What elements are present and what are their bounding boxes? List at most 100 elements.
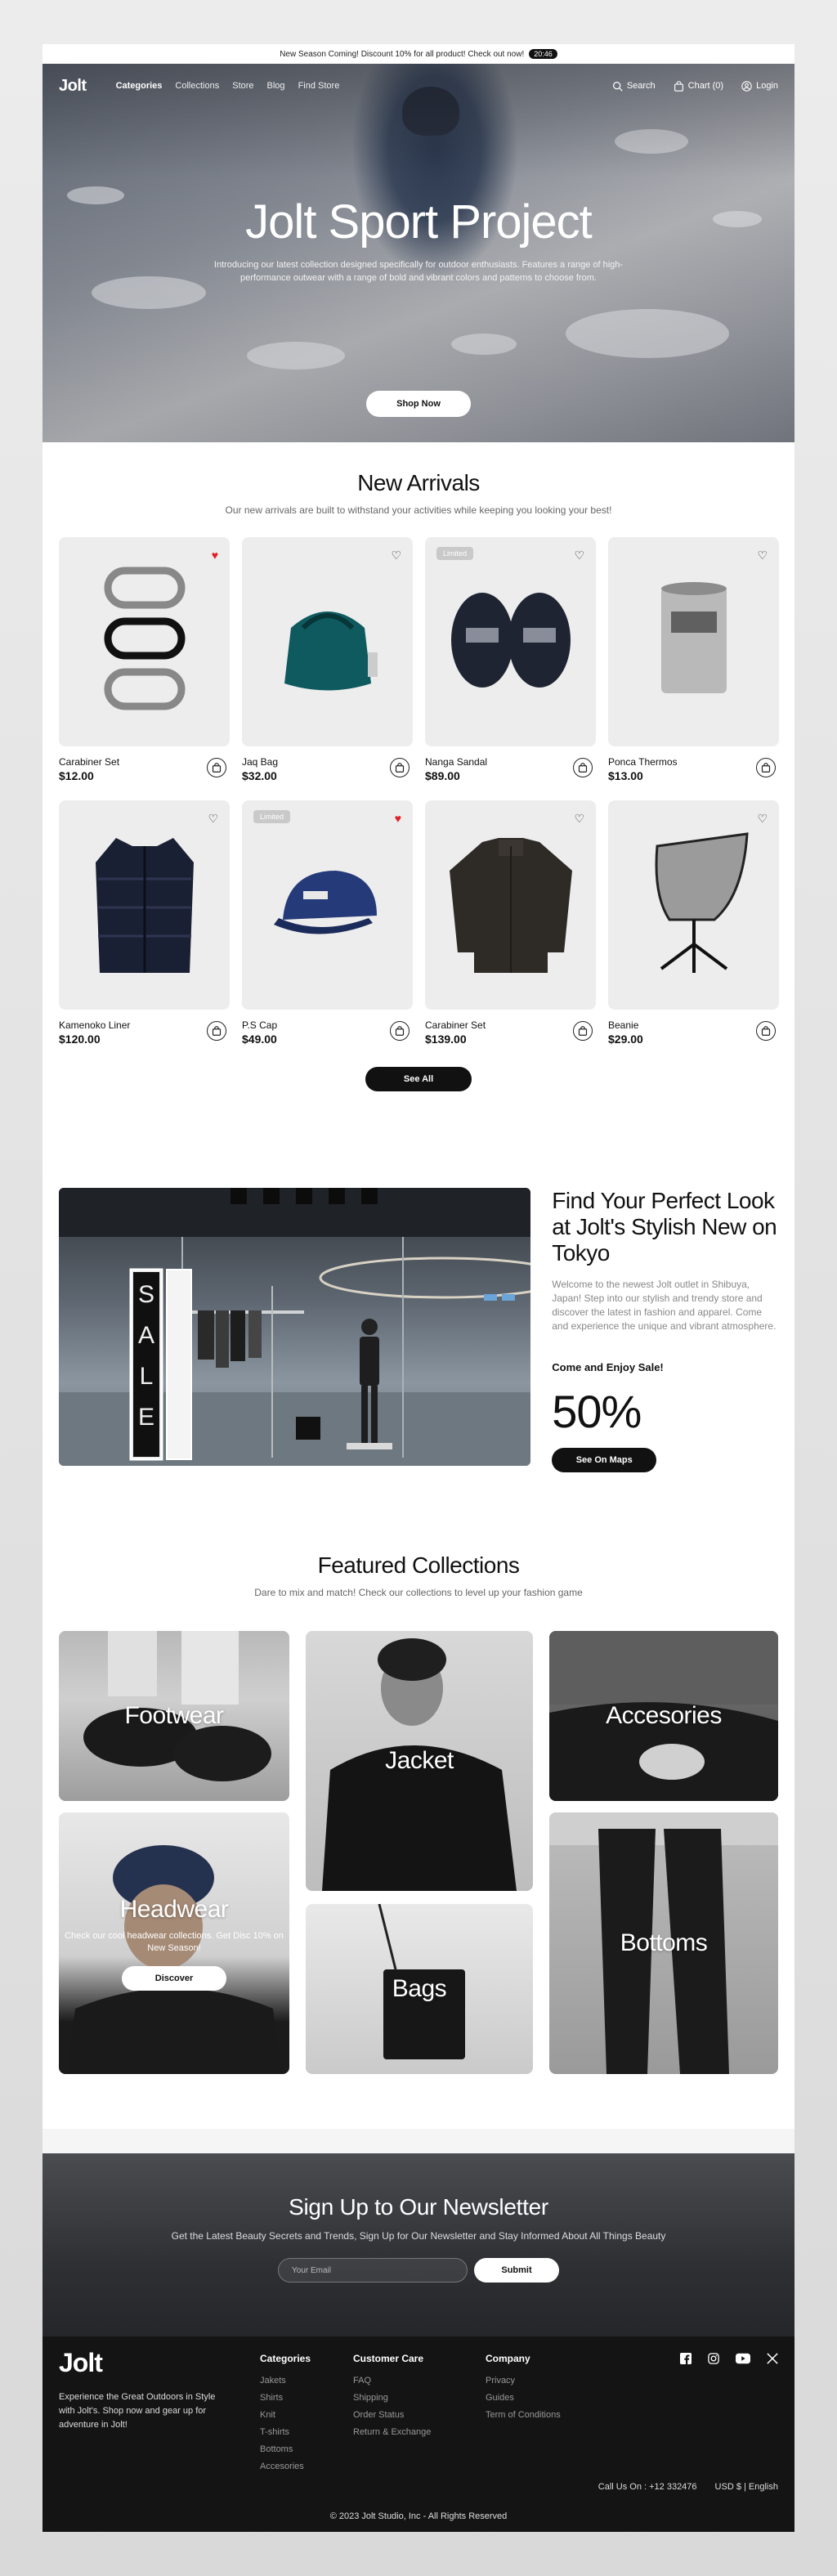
shop-now-button[interactable]: Shop Now bbox=[366, 391, 471, 417]
product-image[interactable]: ♡ bbox=[425, 800, 596, 1010]
submit-button[interactable]: Submit bbox=[474, 2258, 559, 2283]
footer-link[interactable]: Shirts bbox=[260, 2390, 311, 2407]
footer-link[interactable]: Accesories bbox=[260, 2458, 311, 2475]
footer-link[interactable]: T-shirts bbox=[260, 2424, 311, 2441]
sale-sign-letter-a: A bbox=[138, 1322, 154, 1349]
nav-link-collections[interactable]: Collections bbox=[175, 81, 219, 91]
store-title: Find Your Perfect Look at Jolt's Stylish… bbox=[552, 1188, 777, 1266]
footer-link[interactable]: FAQ bbox=[353, 2372, 431, 2390]
product-image[interactable]: ♡ bbox=[608, 800, 779, 1010]
product-name[interactable]: Nanga Sandal bbox=[425, 756, 596, 768]
product-card[interactable]: ♡ Beanie $29.00 bbox=[608, 800, 779, 1064]
footer-link[interactable]: Knit bbox=[260, 2407, 311, 2424]
footer-link[interactable]: Guides bbox=[486, 2390, 561, 2407]
nav-link-find-store[interactable]: Find Store bbox=[298, 81, 340, 91]
add-to-cart-button[interactable] bbox=[756, 1021, 776, 1041]
heart-icon[interactable]: ♡ bbox=[757, 812, 768, 826]
see-on-maps-button[interactable]: See On Maps bbox=[552, 1448, 657, 1472]
tile-jacket[interactable]: Jacket bbox=[306, 1631, 533, 1891]
product-name[interactable]: Beanie bbox=[608, 1019, 779, 1031]
product-card[interactable]: ♥ Carabiner Set $12.00 bbox=[59, 537, 230, 800]
login-button[interactable]: Login bbox=[741, 80, 778, 92]
product-name[interactable]: Ponca Thermos bbox=[608, 756, 779, 768]
discover-button[interactable]: Discover bbox=[122, 1966, 226, 1991]
heart-filled-icon[interactable]: ♥ bbox=[212, 549, 218, 562]
product-card[interactable]: ♡ Ponca Thermos $13.00 bbox=[608, 537, 779, 800]
limited-badge: Limited bbox=[253, 810, 291, 823]
footer-link[interactable]: Privacy bbox=[486, 2372, 561, 2390]
heart-icon[interactable]: ♡ bbox=[208, 812, 218, 826]
product-price: $12.00 bbox=[59, 769, 94, 782]
main-nav: Jolt Categories Collections Store Blog F… bbox=[43, 64, 794, 108]
add-to-cart-button[interactable] bbox=[207, 1021, 226, 1041]
footer-link[interactable]: Return & Exchange bbox=[353, 2424, 431, 2441]
product-image[interactable]: ♡ bbox=[59, 800, 230, 1010]
footer-link[interactable]: Order Status bbox=[353, 2407, 431, 2424]
tile-accesories[interactable]: Accesories bbox=[549, 1631, 778, 1801]
newsletter-subtitle: Get the Latest Beauty Secrets and Trends… bbox=[171, 2230, 666, 2242]
tile-bags[interactable]: Bags bbox=[306, 1904, 533, 2074]
limited-badge: Limited bbox=[436, 547, 474, 560]
locale-selector[interactable]: USD $ | English bbox=[715, 2482, 778, 2492]
facebook-icon[interactable] bbox=[680, 2353, 692, 2364]
instagram-icon[interactable] bbox=[708, 2353, 719, 2364]
see-all-button[interactable]: See All bbox=[365, 1067, 472, 1091]
tile-headwear[interactable]: Headwear Check our cool headwear collect… bbox=[59, 1812, 289, 2074]
product-name[interactable]: Kamenoko Liner bbox=[59, 1019, 230, 1031]
site-logo[interactable]: Jolt bbox=[59, 77, 87, 96]
cap-icon bbox=[262, 854, 393, 956]
product-card[interactable]: Limited ♥ P.S Cap $49.00 bbox=[242, 800, 413, 1064]
product-name[interactable]: Carabiner Set bbox=[425, 1019, 596, 1031]
tile-bottoms[interactable]: Bottoms bbox=[549, 1812, 778, 2074]
product-card[interactable]: ♡ Carabiner Set $139.00 bbox=[425, 800, 596, 1064]
chart-button[interactable]: Chart (0) bbox=[674, 80, 724, 92]
heart-icon[interactable]: ♡ bbox=[757, 549, 768, 562]
x-icon[interactable] bbox=[767, 2353, 778, 2364]
product-card[interactable]: Limited ♡ Nanga Sandal $89.00 bbox=[425, 537, 596, 800]
footer-company-title: Company bbox=[486, 2353, 530, 2364]
product-image[interactable]: ♥ bbox=[59, 537, 230, 746]
add-to-cart-button[interactable] bbox=[573, 758, 593, 777]
product-name[interactable]: Carabiner Set bbox=[59, 756, 230, 768]
tile-footwear-label: Footwear bbox=[124, 1702, 224, 1729]
add-to-cart-button[interactable] bbox=[573, 1021, 593, 1041]
heart-icon[interactable]: ♡ bbox=[391, 549, 401, 562]
email-input[interactable] bbox=[278, 2258, 468, 2283]
nav-link-store[interactable]: Store bbox=[232, 81, 253, 91]
sale-sign-letter-l: L bbox=[140, 1363, 154, 1390]
add-to-cart-button[interactable] bbox=[390, 1021, 410, 1041]
collections-grid: Footwear Jacket Accesories Headwear Chec… bbox=[59, 1631, 778, 2074]
search-button[interactable]: Search bbox=[612, 81, 656, 92]
youtube-icon[interactable] bbox=[736, 2353, 750, 2364]
featured-title: Featured Collections bbox=[317, 1552, 520, 1578]
product-image[interactable]: ♡ bbox=[242, 537, 413, 746]
chart-label: Chart (0) bbox=[687, 81, 724, 91]
product-card[interactable]: ♡ Kamenoko Liner $120.00 bbox=[59, 800, 230, 1064]
footer-logo[interactable]: Jolt bbox=[59, 2348, 103, 2378]
add-to-cart-button[interactable] bbox=[207, 758, 226, 777]
nav-link-blog[interactable]: Blog bbox=[267, 81, 285, 91]
product-image[interactable]: Limited ♥ bbox=[242, 800, 413, 1010]
footer-link[interactable]: Shipping bbox=[353, 2390, 431, 2407]
heart-icon[interactable]: ♡ bbox=[574, 549, 584, 562]
footer: Jolt Experience the Great Outdoors in St… bbox=[43, 2336, 794, 2532]
product-image[interactable]: Limited ♡ bbox=[425, 537, 596, 746]
product-image[interactable]: ♡ bbox=[608, 537, 779, 746]
product-name[interactable]: Jaq Bag bbox=[242, 756, 413, 768]
add-to-cart-button[interactable] bbox=[756, 758, 776, 777]
tile-footwear[interactable]: Footwear bbox=[59, 1631, 289, 1801]
page-frame: New Season Coming! Discount 10% for all … bbox=[43, 44, 794, 2532]
add-to-cart-button[interactable] bbox=[390, 758, 410, 777]
nav-link-categories[interactable]: Categories bbox=[116, 81, 163, 91]
featured-subtitle: Dare to mix and match! Check our collect… bbox=[254, 1587, 583, 1598]
product-card[interactable]: ♡ Jaq Bag $32.00 bbox=[242, 537, 413, 800]
heart-filled-icon[interactable]: ♥ bbox=[395, 812, 401, 825]
thermos-icon bbox=[645, 579, 743, 706]
store-illustration: S A L E bbox=[59, 1188, 531, 1466]
footer-link[interactable]: Bottoms bbox=[260, 2441, 311, 2458]
product-name[interactable]: P.S Cap bbox=[242, 1019, 413, 1031]
phone-number[interactable]: Call Us On : +12 332476 bbox=[598, 2482, 697, 2492]
footer-link[interactable]: Jakets bbox=[260, 2372, 311, 2390]
heart-icon[interactable]: ♡ bbox=[574, 812, 584, 826]
footer-link[interactable]: Term of Conditions bbox=[486, 2407, 561, 2424]
